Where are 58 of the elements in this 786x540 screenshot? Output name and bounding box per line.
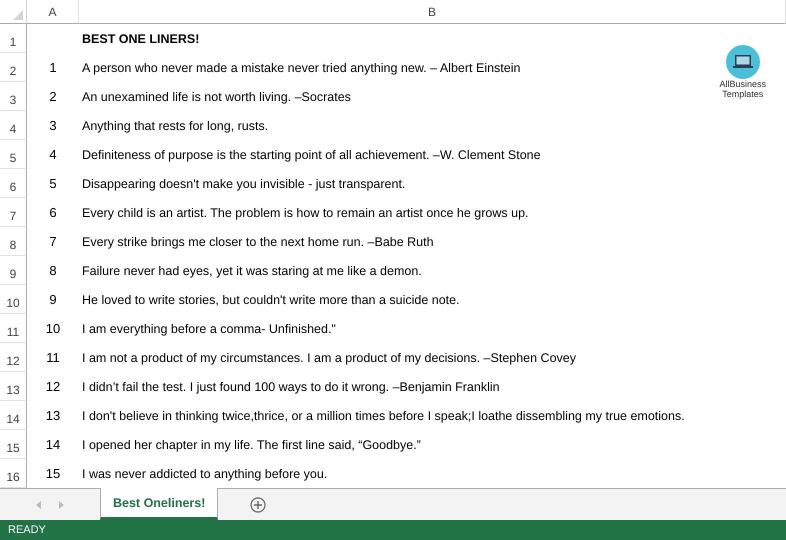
row-header[interactable]: 9 xyxy=(0,256,27,285)
corner-triangle-icon xyxy=(13,10,23,20)
quote-cell: I didn’t fail the test. I just found 100 ways to do it wrong. –Benjamin Franklin xyxy=(82,380,500,394)
logo-text: Templates xyxy=(722,89,764,99)
row-header[interactable]: 10 xyxy=(0,285,27,314)
row-header[interactable]: 11 xyxy=(0,314,27,343)
number-cell: 5 xyxy=(49,176,57,191)
select-all-corner[interactable] xyxy=(0,0,27,24)
row-header[interactable]: 15 xyxy=(0,430,27,459)
number-cell: 15 xyxy=(46,466,60,481)
number-cell: 10 xyxy=(46,321,60,336)
row-header[interactable]: 14 xyxy=(0,401,27,430)
quote-cell: Disappearing doesn't make you invisible - just transparent. xyxy=(82,176,406,190)
row-header[interactable]: 8 xyxy=(0,227,27,256)
row-header[interactable]: 12 xyxy=(0,343,27,372)
number-cell: 6 xyxy=(49,205,57,220)
quote-cell: Failure never had eyes, yet it was staring at me like a demon. xyxy=(82,264,422,278)
scroll-left-icon[interactable] xyxy=(36,500,41,509)
number-cell: 9 xyxy=(49,292,57,307)
quote-cell: I am everything before a comma- Unfinished." xyxy=(82,322,336,336)
number-cell: 8 xyxy=(49,263,57,278)
quote-cell: I was never addicted to anything before you. xyxy=(82,466,328,480)
number-cell: 14 xyxy=(46,437,60,452)
row-header[interactable]: 4 xyxy=(0,111,27,140)
quote-cell: A person who never made a mistake never tried anything new. – Albert Einstein xyxy=(82,60,520,74)
row-header[interactable]: 2 xyxy=(0,53,27,82)
row-header[interactable]: 6 xyxy=(0,169,27,198)
quote-cell: I don't believe in thinking twice,thrice, or a million times before I speak;I loathe dissembling my true emotions. xyxy=(82,408,685,422)
row-header[interactable]: 7 xyxy=(0,198,27,227)
row-header[interactable]: 1 xyxy=(0,24,27,53)
number-cell: 13 xyxy=(46,408,60,423)
status-bar: READY xyxy=(0,520,786,540)
quote-cell: Every child is an artist. The problem is how to remain an artist once he grows up. xyxy=(82,206,529,220)
number-cell: 3 xyxy=(49,118,57,133)
quote-cell: I opened her chapter in my life. The first line said, “Goodbye.” xyxy=(82,438,421,452)
laptop-logo-icon xyxy=(726,45,760,79)
logo-text: AllBusiness xyxy=(719,79,766,89)
quote-cell: Definiteness of purpose is the starting point of all achievement. –W. Clement Stone xyxy=(82,148,541,162)
quote-cell: Every strike brings me closer to the next home run. –Babe Ruth xyxy=(82,234,434,248)
column-header[interactable]: B xyxy=(79,0,786,24)
row-header[interactable]: 13 xyxy=(0,372,27,401)
number-cell: 2 xyxy=(49,89,57,104)
number-cell: 4 xyxy=(49,147,57,162)
heading-cell: BEST ONE LINERS! xyxy=(82,32,200,46)
number-cell: 12 xyxy=(46,379,60,394)
quote-cell: I am not a product of my circumstances. I am a product of my decisions. –Stephen Covey xyxy=(82,350,576,364)
row-header[interactable]: 5 xyxy=(0,140,27,169)
scroll-right-icon[interactable] xyxy=(59,500,64,509)
add-sheet-icon[interactable] xyxy=(250,496,266,513)
quote-cell: He loved to write stories, but couldn't write more than a suicide note. xyxy=(82,292,460,306)
quote-cell: An unexamined life is not worth living. –Socrates xyxy=(82,90,351,104)
number-cell: 1 xyxy=(49,60,57,75)
sheet-tab[interactable]: Best Oneliners! xyxy=(100,488,218,520)
row-header[interactable]: 3 xyxy=(0,82,27,111)
quote-cell: Anything that rests for long, rusts. xyxy=(82,118,268,132)
column-header[interactable]: A xyxy=(27,0,79,24)
number-cell: 11 xyxy=(46,350,60,365)
number-cell: 7 xyxy=(49,234,57,249)
